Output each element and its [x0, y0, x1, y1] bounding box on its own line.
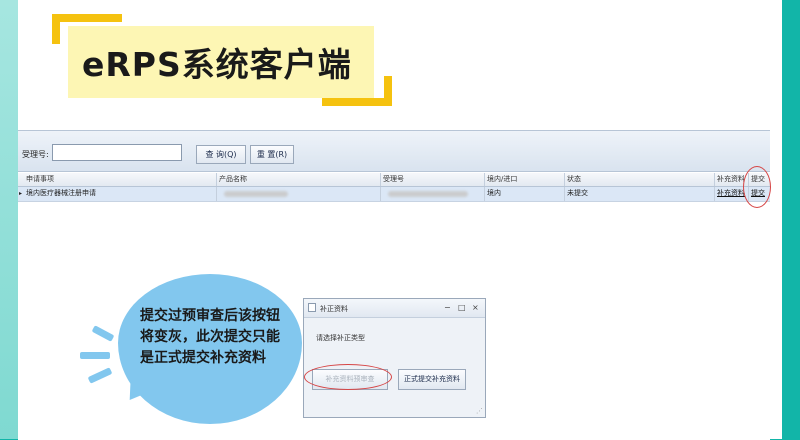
- minimize-icon[interactable]: −: [444, 303, 451, 312]
- accept-no-input[interactable]: [52, 144, 182, 161]
- col-header-product[interactable]: 产品名称: [219, 173, 379, 186]
- col-header-origin[interactable]: 境内/进口: [487, 173, 563, 186]
- dialog-prompt: 请选择补正类型: [316, 334, 365, 342]
- dialog-titlebar[interactable]: 补正资料 − □ ×: [304, 299, 485, 318]
- query-button[interactable]: 查 询(Q): [196, 145, 246, 164]
- supplement-dialog: 补正资料 − □ × 请选择补正类型 补充资料预审查 正式提交补充资料 ⋰: [303, 298, 486, 418]
- accept-no-label: 受理号:: [22, 150, 49, 159]
- search-toolbar: 受理号: 查 询(Q) 重 置(R): [18, 131, 770, 172]
- cell-accept-no: [383, 187, 483, 201]
- banner-title: eRPS系统客户端: [82, 45, 352, 84]
- cell-item: 境内医疗器械注册申请: [26, 189, 96, 197]
- reset-button[interactable]: 重 置(R): [250, 145, 294, 164]
- right-decor-stripe: [782, 0, 800, 439]
- callout-text: 提交过预审查后该按钮将变灰，此次提交只能是正式提交补充资料: [140, 308, 280, 366]
- cell-product: [219, 187, 379, 201]
- dialog-title: 补正资料: [320, 305, 348, 313]
- close-icon[interactable]: ×: [472, 303, 479, 312]
- table-row[interactable]: ▸ 境内医疗器械注册申请 境内 未提交 补充资料 提交: [18, 187, 770, 202]
- maximize-icon[interactable]: □: [458, 303, 466, 312]
- preview-annotation-circle: [304, 364, 392, 390]
- left-decor-stripe: [0, 0, 18, 439]
- row-selector-arrow-icon: ▸: [19, 190, 23, 197]
- col-header-accept-no[interactable]: 受理号: [383, 173, 483, 186]
- cell-origin: 境内: [487, 189, 501, 197]
- burst-ray: [80, 352, 110, 359]
- formal-submit-button[interactable]: 正式提交补充资料: [398, 369, 466, 390]
- cell-status: 未提交: [567, 189, 588, 197]
- submit-annotation-circle: [743, 166, 771, 208]
- resize-grip-icon[interactable]: ⋰: [476, 408, 483, 415]
- col-header-status[interactable]: 状态: [567, 173, 713, 186]
- col-header-item[interactable]: 申请事项: [26, 173, 216, 186]
- grid-header: 申请事项 产品名称 受理号 境内/进口 状态 补充资料 提交: [18, 173, 770, 187]
- document-icon: [308, 303, 316, 312]
